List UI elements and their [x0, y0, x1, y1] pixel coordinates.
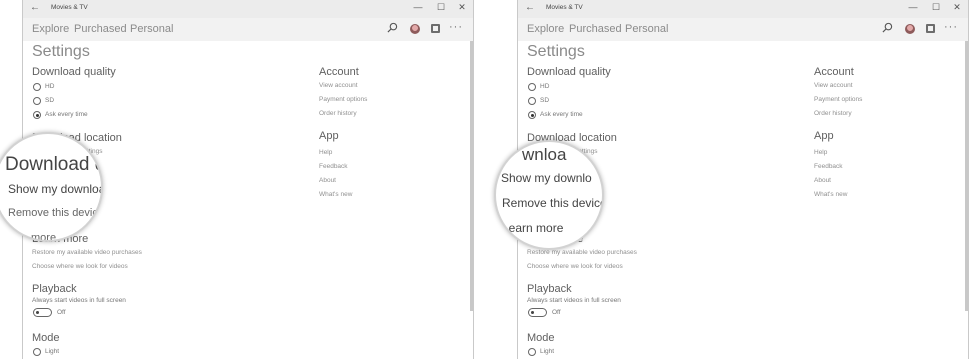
scrollbar[interactable]	[470, 41, 473, 311]
radio-sd[interactable]	[528, 97, 536, 105]
playback-heading: Playback	[32, 283, 77, 295]
radio-hd[interactable]	[33, 83, 41, 91]
more-icon[interactable]: ···	[449, 21, 463, 33]
mode-heading: Mode	[32, 332, 60, 344]
more-icon[interactable]: ···	[944, 21, 958, 33]
radio-hd[interactable]	[528, 83, 536, 91]
radio-hd-label: HD	[540, 83, 550, 90]
scrollbar[interactable]	[965, 41, 968, 311]
page-title: Settings	[527, 43, 585, 60]
payment-options-link[interactable]: Payment options	[319, 96, 367, 103]
app-title: Movies & TV	[546, 4, 583, 11]
title-bar: ← Movies & TV — ☐ ✕	[518, 0, 968, 18]
store-icon[interactable]	[926, 24, 935, 33]
radio-ask-every-time-label: Ask every time	[540, 111, 583, 118]
magnified-learn-more: Learn more	[502, 221, 564, 235]
fullscreen-toggle-state: Off	[552, 309, 561, 316]
radio-light[interactable]	[528, 348, 536, 356]
playback-fullscreen-label: Always start videos in full screen	[527, 297, 621, 304]
back-icon[interactable]: ←	[525, 2, 535, 13]
minimize-icon[interactable]: —	[906, 2, 920, 12]
magnified-more-heading: more	[31, 232, 57, 242]
radio-hd-label: HD	[45, 83, 55, 90]
radio-sd-label: SD	[540, 97, 550, 104]
app-title: Movies & TV	[51, 4, 88, 11]
choose-video-location-link[interactable]: Choose where we look for videos	[32, 263, 128, 270]
avatar[interactable]	[410, 24, 420, 34]
app-heading: App	[814, 130, 834, 142]
restore-purchases-link[interactable]: Restore my available video purchases	[32, 249, 142, 256]
whats-new-link[interactable]: What's new	[319, 191, 352, 198]
maximize-icon[interactable]: ☐	[434, 2, 448, 13]
playback-heading: Playback	[527, 283, 572, 295]
tab-personal[interactable]: Personal	[625, 23, 668, 35]
nav-bar: Explore Purchased Personal ···	[23, 18, 473, 41]
app-heading: App	[319, 130, 339, 142]
radio-ask-every-time[interactable]	[528, 111, 536, 119]
back-icon[interactable]: ←	[30, 2, 40, 13]
radio-light[interactable]	[33, 348, 41, 356]
feedback-link[interactable]: Feedback	[319, 163, 348, 170]
tab-personal[interactable]: Personal	[130, 23, 173, 35]
radio-light-label: Light	[540, 348, 555, 355]
avatar[interactable]	[905, 24, 915, 34]
magnified-show-downloads[interactable]: Show my download	[8, 182, 101, 196]
close-icon[interactable]: ✕	[455, 2, 469, 13]
search-icon[interactable]	[882, 22, 893, 33]
payment-options-link[interactable]: Payment options	[814, 96, 862, 103]
magnified-download-heading: wnloa	[522, 145, 567, 164]
tab-purchased[interactable]: Purchased	[74, 23, 127, 35]
view-account-link[interactable]: View account	[319, 82, 358, 89]
magnified-remove-device[interactable]: Remove this device	[8, 207, 101, 219]
radio-sd[interactable]	[33, 97, 41, 105]
search-icon[interactable]	[387, 22, 398, 33]
download-quality-heading: Download quality	[32, 66, 116, 78]
radio-ask-every-time[interactable]	[33, 111, 41, 119]
fullscreen-toggle-state: Off	[57, 309, 66, 316]
tab-explore[interactable]: Explore	[32, 23, 69, 35]
playback-fullscreen-label: Always start videos in full screen	[32, 297, 126, 304]
account-heading: Account	[319, 66, 359, 78]
order-history-link[interactable]: Order history	[319, 110, 357, 117]
mode-heading: Mode	[527, 332, 555, 344]
magnifier-zoom-right: wnloa Show my downlo Remove this device …	[494, 140, 604, 250]
about-link[interactable]: About	[814, 177, 831, 184]
choose-video-location-link[interactable]: Choose where we look for videos	[527, 263, 623, 270]
tab-purchased[interactable]: Purchased	[569, 23, 622, 35]
magnified-show-downloads[interactable]: Show my downlo	[501, 171, 592, 185]
magnified-download-heading: Download de	[5, 154, 101, 175]
feedback-link[interactable]: Feedback	[814, 163, 843, 170]
store-icon[interactable]	[431, 24, 440, 33]
tab-explore[interactable]: Explore	[527, 23, 564, 35]
account-heading: Account	[814, 66, 854, 78]
fullscreen-toggle[interactable]	[33, 308, 52, 317]
nav-bar: Explore Purchased Personal ···	[518, 18, 968, 41]
radio-light-label: Light	[45, 348, 60, 355]
minimize-icon[interactable]: —	[411, 2, 425, 12]
download-quality-heading: Download quality	[527, 66, 611, 78]
view-account-link[interactable]: View account	[814, 82, 853, 89]
fullscreen-toggle[interactable]	[528, 308, 547, 317]
help-link[interactable]: Help	[814, 149, 827, 156]
whats-new-link[interactable]: What's new	[814, 191, 847, 198]
magnified-remove-device[interactable]: Remove this device	[502, 196, 602, 210]
maximize-icon[interactable]: ☐	[929, 2, 943, 13]
order-history-link[interactable]: Order history	[814, 110, 852, 117]
title-bar: ← Movies & TV — ☐ ✕	[23, 0, 473, 18]
radio-sd-label: SD	[45, 97, 55, 104]
page-title: Settings	[32, 43, 90, 60]
help-link[interactable]: Help	[319, 149, 332, 156]
restore-purchases-link[interactable]: Restore my available video purchases	[527, 249, 637, 256]
close-icon[interactable]: ✕	[950, 2, 964, 13]
radio-ask-every-time-label: Ask every time	[45, 111, 88, 118]
about-link[interactable]: About	[319, 177, 336, 184]
